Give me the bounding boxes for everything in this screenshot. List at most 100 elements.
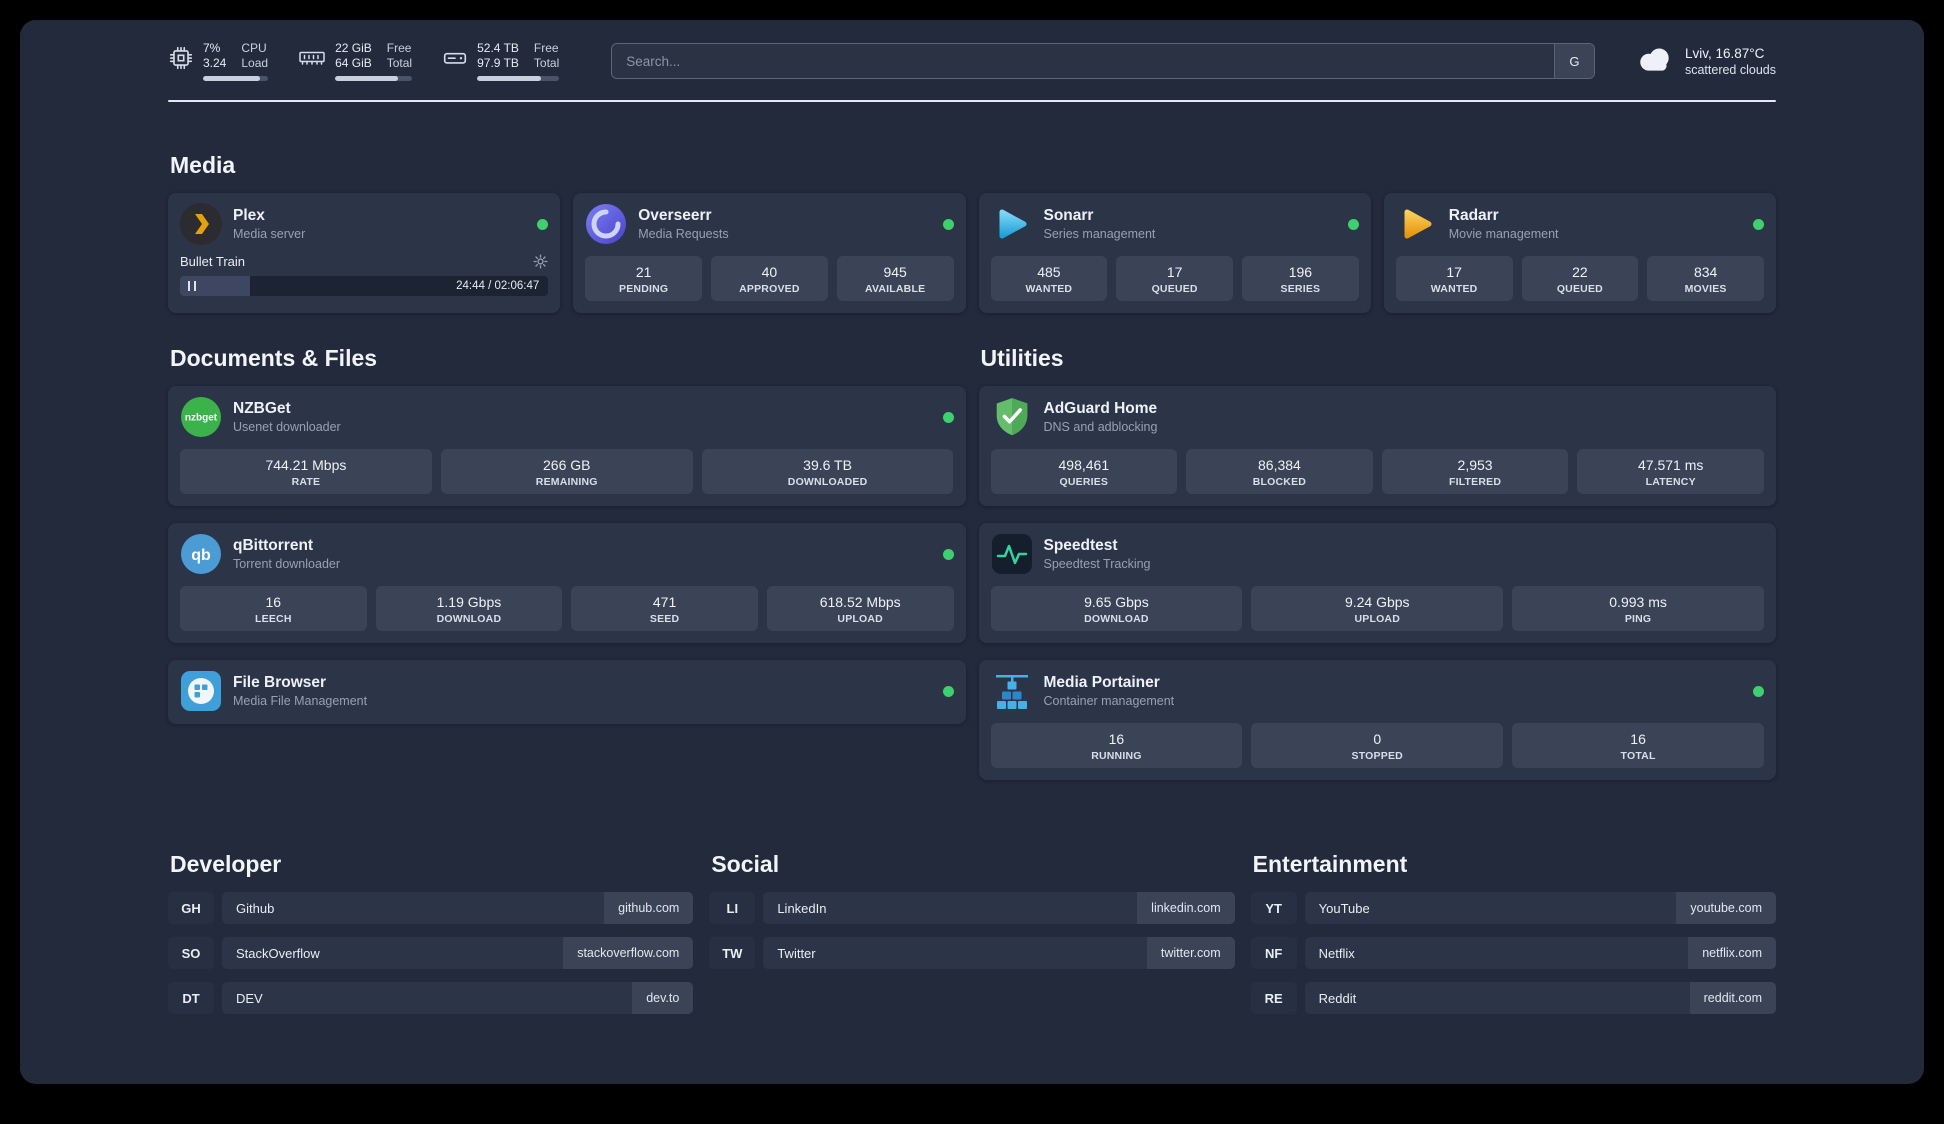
qbittorrent-card[interactable]: qb qBittorrent Torrent downloader 16 LEE…	[168, 523, 966, 643]
bookmark-github[interactable]: GH Github github.com	[168, 892, 694, 924]
nzbget-card[interactable]: nzbget NZBGet Usenet downloader 744.21 M…	[168, 386, 966, 506]
disk-total: 97.9 TB	[477, 56, 519, 70]
stat-filtered: 2,953 FILTERED	[1381, 449, 1569, 494]
speedtest-card[interactable]: Speedtest Speedtest Tracking 9.65 Gbps D…	[978, 523, 1776, 643]
disk-label-top: Free	[533, 41, 559, 55]
entertainment-section-title: Entertainment	[1252, 851, 1408, 877]
stat-approved: 40 APPROVED	[711, 256, 828, 301]
weather-widget[interactable]: Lviv, 16.87°C scattered clouds	[1635, 44, 1776, 79]
playback-time: 24:44 / 02:06:47	[456, 280, 540, 292]
adguard-card[interactable]: AdGuard Home DNS and adblocking 498,461 …	[978, 386, 1776, 506]
section-media: Media Plex Media server Bullet Train 24:…	[168, 152, 1776, 313]
bookmark-reddit[interactable]: RE Reddit reddit.com	[1250, 982, 1776, 1014]
settings-gear-icon[interactable]	[533, 254, 548, 269]
status-dot	[1753, 685, 1764, 697]
ram-usage-bar	[335, 76, 413, 81]
documents-section-title: Documents & Files	[170, 345, 378, 371]
search-engine-button[interactable]: G	[1553, 44, 1594, 78]
social-section-title: Social	[711, 851, 780, 877]
app-subtitle: Usenet downloader	[233, 420, 341, 434]
status-dot	[942, 685, 954, 697]
search-input[interactable]	[612, 44, 1554, 78]
app-subtitle: Media server	[233, 227, 306, 241]
status-dot	[1347, 218, 1359, 230]
bookmark-stackoverflow[interactable]: SO StackOverflow stackoverflow.com	[168, 937, 694, 969]
app-name: File Browser	[233, 674, 327, 691]
sonarr-card[interactable]: Sonarr Series management 485 WANTED 17 Q…	[978, 193, 1371, 313]
bookmark-name: Reddit	[1304, 982, 1690, 1014]
stat-pending: 21 PENDING	[585, 256, 702, 301]
stat-queued: 17 QUEUED	[1116, 256, 1233, 301]
bookmark-linkedin[interactable]: LI LinkedIn linkedin.com	[709, 892, 1235, 924]
bookmark-abbr: LI	[709, 892, 756, 924]
plex-progress-bar[interactable]: 24:44 / 02:06:47	[180, 276, 549, 296]
bookmark-url: reddit.com	[1689, 982, 1776, 1014]
overseerr-icon	[585, 203, 627, 245]
cpu-usage-bar	[203, 76, 269, 81]
stat-seed: 471 SEED	[571, 586, 758, 631]
app-subtitle: Media File Management	[233, 694, 368, 708]
bookmark-twitter[interactable]: TW Twitter twitter.com	[709, 937, 1235, 969]
developer-section-title: Developer	[170, 851, 282, 877]
app-name: Media Portainer	[1043, 674, 1160, 691]
disk-label-bottom: Total	[533, 56, 560, 70]
speedtest-icon	[991, 533, 1033, 575]
stat-total: 16 TOTAL	[1512, 723, 1764, 768]
bookmark-youtube[interactable]: YT YouTube youtube.com	[1250, 892, 1776, 924]
stat-wanted: 17 WANTED	[1395, 256, 1513, 301]
bookmark-group-entertainment: Entertainment YT YouTube youtube.com NF …	[1250, 851, 1776, 1027]
app-name: AdGuard Home	[1043, 400, 1158, 417]
media-section-title: Media	[170, 152, 236, 178]
stat-series: 196 SERIES	[1242, 256, 1359, 301]
app-name: NZBGet	[233, 400, 291, 417]
overseerr-card[interactable]: Overseerr Media Requests 21 PENDING 40 A…	[573, 193, 966, 313]
bookmark-abbr: YT	[1250, 892, 1297, 924]
status-dot	[942, 411, 954, 423]
portainer-icon	[991, 670, 1033, 712]
ram-label-top: Free	[386, 41, 412, 55]
stat-available: 945 AVAILABLE	[836, 256, 954, 301]
bookmark-abbr: DT	[168, 982, 214, 1014]
stat-stopped: 0 STOPPED	[1251, 723, 1504, 768]
now-playing-title: Bullet Train	[180, 254, 246, 269]
bookmark-name: StackOverflow	[222, 937, 564, 969]
ram-total: 64 GiB	[335, 56, 372, 70]
stat-movies: 834 MOVIES	[1647, 256, 1764, 301]
bookmark-abbr: SO	[168, 937, 214, 969]
pause-icon[interactable]	[188, 281, 196, 291]
cpu-icon	[168, 41, 194, 71]
plex-icon	[180, 203, 222, 245]
app-subtitle: Container management	[1043, 694, 1175, 708]
bookmark-name: Twitter	[763, 937, 1147, 969]
stat-remaining: 266 GB REMAINING	[440, 449, 693, 494]
app-subtitle: Speedtest Tracking	[1043, 557, 1151, 571]
radarr-icon	[1396, 203, 1438, 245]
status-dot	[942, 218, 954, 230]
bookmark-url: github.com	[604, 892, 694, 924]
bookmark-dev[interactable]: DT DEV dev.to	[168, 982, 694, 1014]
topbar-divider	[168, 100, 1776, 102]
bookmark-netflix[interactable]: NF Netflix netflix.com	[1250, 937, 1776, 969]
cpu-load: 3.24	[203, 56, 227, 70]
bookmark-name: Github	[222, 892, 605, 924]
plex-card[interactable]: Plex Media server Bullet Train 24:44 / 0…	[168, 193, 561, 313]
sonarr-icon	[991, 203, 1033, 245]
bookmark-name: YouTube	[1304, 892, 1677, 924]
section-documents: Documents & Files nzbget NZBGet Usenet d…	[168, 345, 966, 797]
stat-queued: 22 QUEUED	[1521, 256, 1639, 301]
radarr-card[interactable]: Radarr Movie management 17 WANTED 22 QUE…	[1383, 193, 1776, 313]
bookmark-abbr: RE	[1250, 982, 1297, 1014]
cpu-label-top: CPU	[241, 41, 267, 55]
ram-label-bottom: Total	[386, 56, 413, 70]
portainer-card[interactable]: Media Portainer Container management 16 …	[978, 660, 1776, 780]
stat-running: 16 RUNNING	[990, 723, 1243, 768]
app-name: Overseerr	[638, 207, 712, 224]
bookmark-name: DEV	[222, 982, 633, 1014]
bookmark-abbr: GH	[168, 892, 214, 924]
bookmark-url: stackoverflow.com	[563, 937, 694, 969]
app-subtitle: Series management	[1043, 227, 1156, 241]
disk-monitor: 52.4 TB 97.9 TB Free Total	[442, 41, 560, 81]
app-subtitle: Torrent downloader	[233, 557, 341, 571]
filebrowser-card[interactable]: File Browser Media File Management	[168, 660, 966, 724]
stat-download: 9.65 Gbps DOWNLOAD	[990, 586, 1243, 631]
